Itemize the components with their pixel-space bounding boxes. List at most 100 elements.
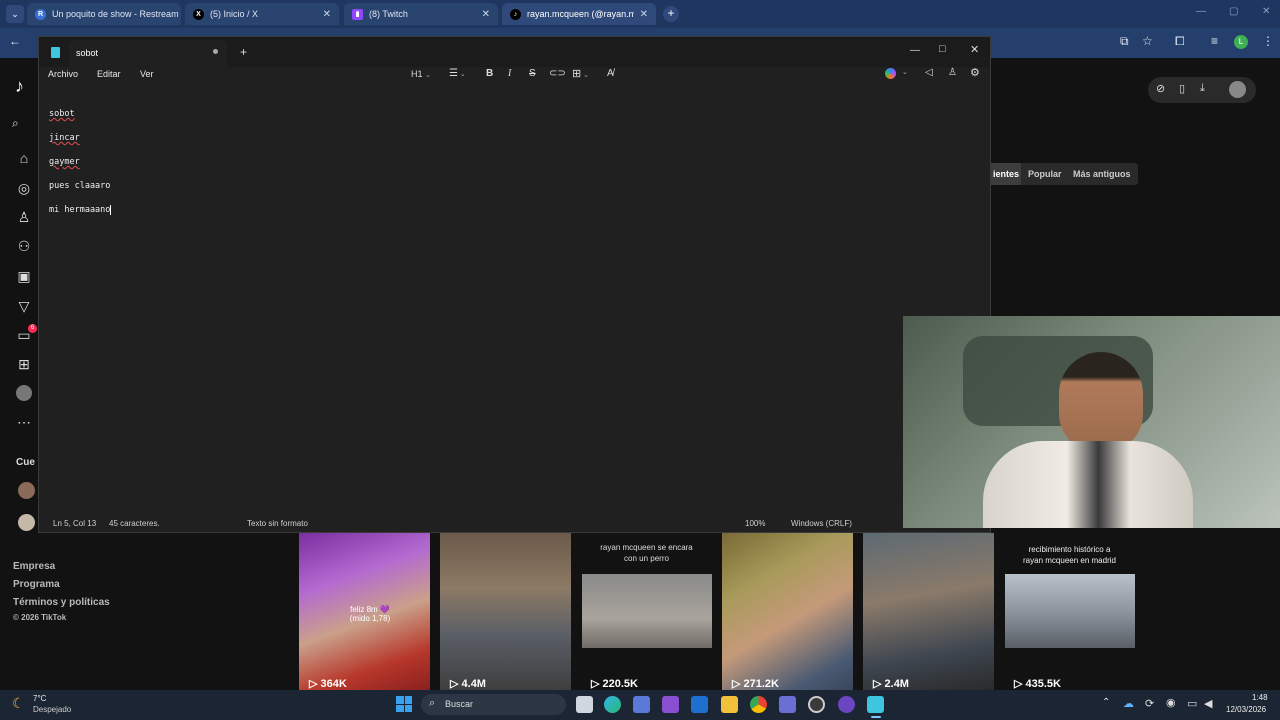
- browser-tab-tiktok[interactable]: ♪ rayan.mcqueen (@rayan.mcque ✕: [502, 3, 656, 25]
- following-icon[interactable]: ♙: [16, 209, 32, 225]
- heading-dropdown[interactable]: H1 ⌄: [411, 69, 431, 79]
- explore-icon[interactable]: ◎: [16, 180, 32, 196]
- text-editor[interactable]: sobot jincar gaymer pues claaaro mi herm…: [49, 96, 112, 228]
- extensions-icon[interactable]: ⧠: [1175, 34, 1185, 49]
- following-avatar[interactable]: [18, 482, 35, 499]
- sort-tab-popular[interactable]: Popular: [1028, 169, 1062, 179]
- browser-tab-twitch[interactable]: ▮ (8) Twitch ✕: [344, 3, 498, 25]
- format-mode[interactable]: Texto sin formato: [247, 519, 308, 528]
- bookmark-star-icon[interactable]: ☆: [1142, 34, 1153, 48]
- file-explorer-icon[interactable]: [721, 696, 738, 713]
- announcement-icon[interactable]: ◁: [925, 67, 933, 78]
- video-thumbnail[interactable]: rayan mcqueen se encara con un perro ▷ 2…: [581, 533, 712, 690]
- account-icon[interactable]: ♙: [948, 67, 957, 78]
- strikethrough-icon[interactable]: S: [529, 68, 536, 79]
- chrome-icon[interactable]: [750, 696, 767, 713]
- network-icon[interactable]: ◉: [1166, 696, 1176, 709]
- footer-link-empresa[interactable]: Empresa: [13, 561, 55, 572]
- download-icon[interactable]: ⤓: [1200, 82, 1205, 95]
- battery-icon[interactable]: ▭: [1187, 697, 1197, 710]
- weather-temp[interactable]: 7°C: [33, 694, 46, 703]
- footer-link-programa[interactable]: Programa: [13, 579, 60, 590]
- link-icon[interactable]: ⊂⊃: [549, 68, 566, 79]
- settings-gear-icon[interactable]: ⚙: [970, 66, 980, 79]
- upload-icon[interactable]: ⊞: [16, 356, 32, 372]
- store-icon[interactable]: [633, 696, 650, 713]
- footer-link-terms[interactable]: Términos y políticas: [13, 597, 110, 608]
- zoom-level[interactable]: 100%: [745, 519, 765, 528]
- sync-icon[interactable]: ⟳: [1145, 697, 1154, 710]
- bold-icon[interactable]: B: [486, 68, 493, 79]
- live-icon[interactable]: ▣: [16, 268, 32, 284]
- sort-tab-oldest[interactable]: Más antiguos: [1073, 169, 1131, 179]
- notepad-taskbar-icon[interactable]: [867, 696, 884, 713]
- screen-share-icon[interactable]: ⧉: [1120, 34, 1129, 49]
- maximize-icon[interactable]: □: [939, 43, 946, 55]
- unsaved-dot-icon[interactable]: [213, 49, 218, 54]
- weather-icon[interactable]: ☾: [12, 695, 25, 712]
- window-minimize-icon[interactable]: —: [1196, 6, 1206, 17]
- menu-archivo[interactable]: Archivo: [48, 69, 78, 79]
- video-thumbnail[interactable]: ▷ 2.4M: [863, 533, 994, 690]
- more-icon[interactable]: ⋯: [16, 414, 32, 430]
- visual-studio-icon[interactable]: [662, 696, 679, 713]
- reading-list-icon[interactable]: ≡: [1211, 34, 1218, 48]
- tray-chevron-icon[interactable]: ⌃: [1102, 697, 1110, 708]
- following-avatar[interactable]: [18, 514, 35, 531]
- friends-icon[interactable]: ⚇: [16, 238, 32, 254]
- sort-tab-recent[interactable]: ientes: [990, 163, 1021, 185]
- search-icon[interactable]: ⌕: [12, 116, 38, 132]
- new-tab-button[interactable]: +: [240, 45, 247, 59]
- task-view-icon[interactable]: [576, 696, 593, 713]
- tiktok-logo-icon[interactable]: ♪: [15, 76, 24, 97]
- list-icon[interactable]: ☰ ⌄: [449, 68, 466, 79]
- close-icon[interactable]: ✕: [640, 9, 648, 20]
- clock-date[interactable]: 12/03/2026: [1226, 705, 1266, 714]
- browser-tab-restream[interactable]: R Un poquito de show - Restream ✕: [27, 3, 181, 25]
- window-close-icon[interactable]: ✕: [1262, 6, 1270, 17]
- close-icon[interactable]: ✕: [482, 9, 490, 20]
- new-tab-button[interactable]: +: [663, 6, 679, 22]
- clock-time[interactable]: 1:48: [1252, 693, 1268, 702]
- activity-icon[interactable]: ▽: [16, 298, 32, 314]
- italic-icon[interactable]: I: [508, 68, 511, 79]
- user-avatar[interactable]: [1229, 81, 1246, 98]
- copilot-icon[interactable]: [885, 68, 896, 79]
- minimize-icon[interactable]: —: [910, 45, 920, 56]
- line-ending[interactable]: Windows (CRLF): [791, 519, 852, 528]
- notepad-menubar: [39, 67, 990, 95]
- device-icon[interactable]: ▯: [1179, 82, 1185, 95]
- browser-menu-icon[interactable]: ⋮: [1262, 34, 1274, 48]
- coins-icon[interactable]: ⊘: [1156, 82, 1165, 95]
- outlook-icon[interactable]: [691, 696, 708, 713]
- app-icon[interactable]: [838, 696, 855, 713]
- teams-icon[interactable]: [779, 696, 796, 713]
- menu-editar[interactable]: Editar: [97, 69, 121, 79]
- back-arrow-icon[interactable]: ←: [9, 34, 21, 48]
- tab-list-icon[interactable]: ⌄: [6, 5, 24, 23]
- chevron-down-icon[interactable]: ⌄: [902, 68, 908, 76]
- close-icon[interactable]: ✕: [970, 43, 979, 56]
- video-thumbnail[interactable]: ▷ 4.4M: [440, 533, 571, 690]
- browser-tab-x[interactable]: X (5) Inicio / X ✕: [185, 3, 339, 25]
- clear-format-icon[interactable]: A̸: [607, 68, 614, 79]
- webcam-person-body: [983, 441, 1193, 528]
- video-thumbnail[interactable]: recibimiento histórico a rayan mcqueen e…: [1004, 533, 1135, 690]
- close-icon[interactable]: ✕: [323, 9, 331, 20]
- start-windows-icon[interactable]: [396, 696, 412, 712]
- table-icon[interactable]: ⊞ ⌄: [572, 67, 589, 80]
- onedrive-icon[interactable]: ☁: [1123, 697, 1134, 710]
- home-icon[interactable]: ⌂: [16, 150, 32, 166]
- video-thumbnail[interactable]: ▷ 271.2K: [722, 533, 853, 690]
- window-maximize-icon[interactable]: ▢: [1229, 6, 1238, 17]
- video-thumbnail[interactable]: feliz 8m 💜 (mido 1,78) ▷ 364K: [299, 533, 430, 690]
- menu-ver[interactable]: Ver: [140, 69, 154, 79]
- profile-avatar[interactable]: [16, 385, 32, 401]
- volume-icon[interactable]: ◀: [1204, 697, 1212, 710]
- obs-icon[interactable]: [808, 696, 825, 713]
- taskbar-search-box[interactable]: ⌕ Buscar: [421, 694, 566, 715]
- profile-avatar[interactable]: L: [1234, 35, 1248, 49]
- chevron-down-icon: ⌄: [425, 72, 431, 79]
- edge-icon[interactable]: [604, 696, 621, 713]
- weather-desc[interactable]: Despejado: [33, 705, 71, 714]
